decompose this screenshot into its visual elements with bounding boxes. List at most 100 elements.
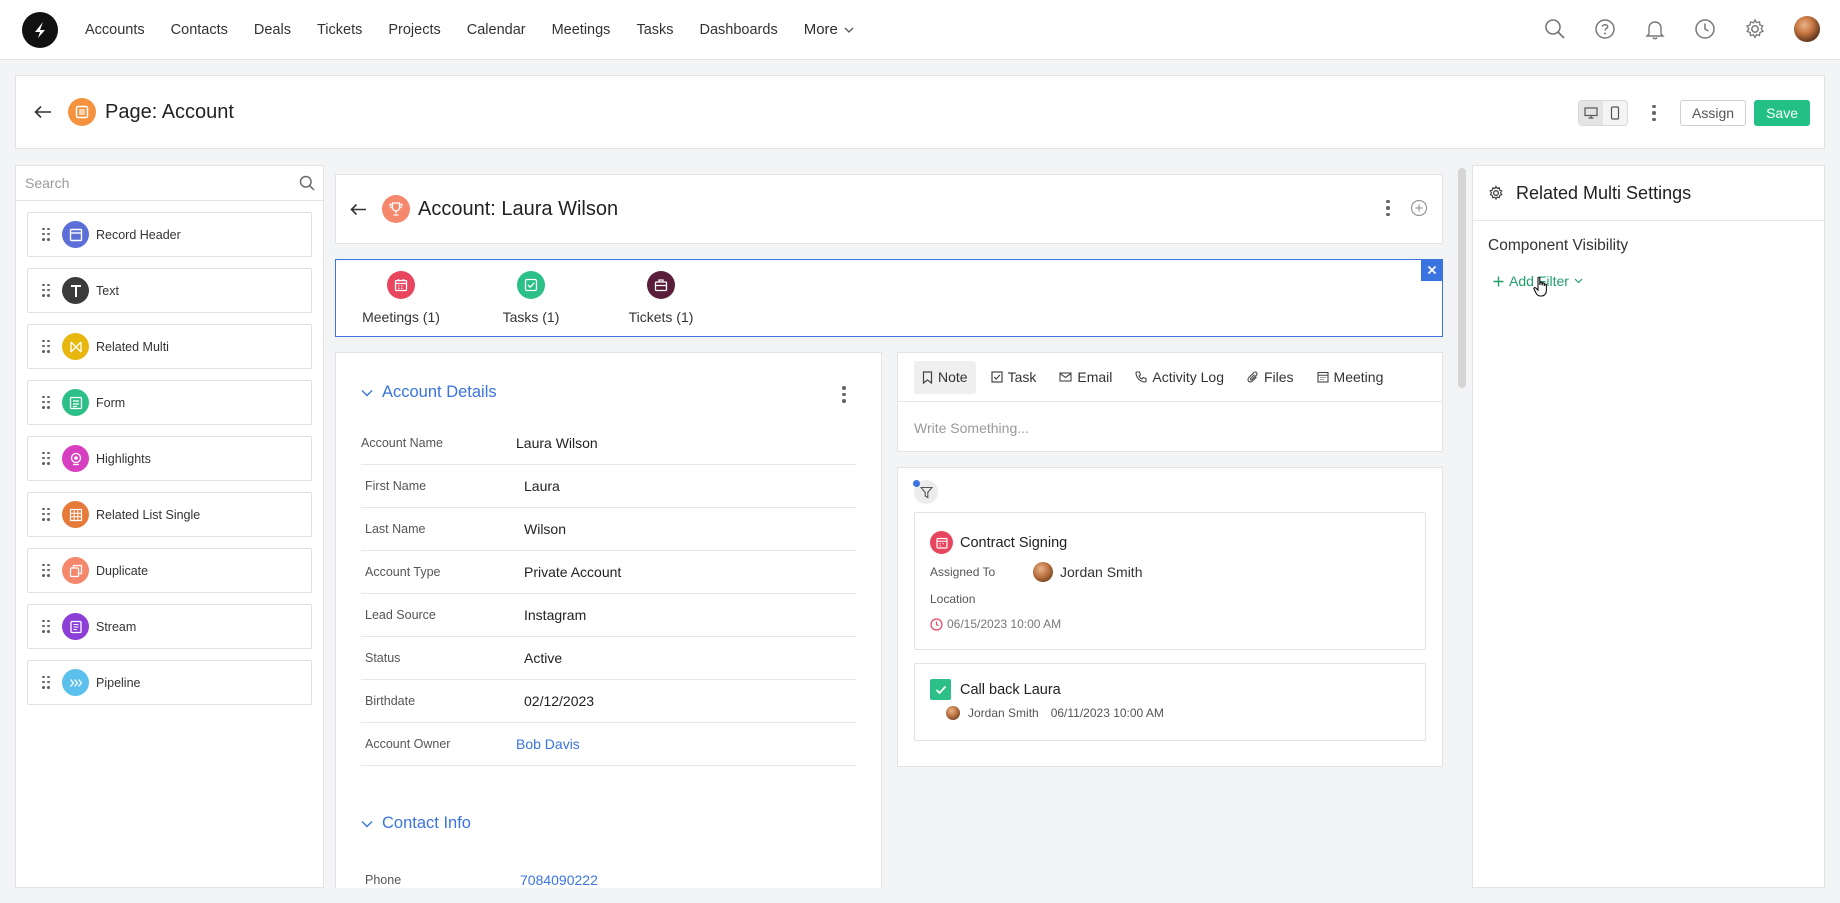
- canvas-scrollbar[interactable]: [1458, 168, 1466, 388]
- nav-item-deals[interactable]: Deals: [254, 22, 291, 38]
- assign-button[interactable]: Assign: [1680, 100, 1747, 126]
- nav-item-calendar[interactable]: Calendar: [467, 22, 526, 38]
- tab-activity-log[interactable]: Activity Log: [1127, 361, 1232, 394]
- tab-label: Note: [938, 369, 968, 385]
- app-logo[interactable]: [22, 11, 58, 48]
- search-icon[interactable]: [1544, 18, 1566, 40]
- record-more-options-icon[interactable]: [1386, 199, 1390, 217]
- task-event-card[interactable]: Call back Laura Jordan Smith 06/11/2023 …: [914, 663, 1426, 741]
- back-arrow-icon[interactable]: [350, 203, 370, 216]
- phone-icon: [1135, 371, 1147, 383]
- nav-item-accounts[interactable]: Accounts: [85, 22, 145, 38]
- assigned-to-label: Assigned To: [930, 565, 996, 579]
- field-label: Birthdate: [365, 694, 416, 708]
- field-row-account-type: Account Type Private Account: [361, 551, 856, 594]
- component-label: Pipeline: [96, 675, 141, 690]
- bell-icon[interactable]: [1644, 18, 1666, 40]
- paperclip-icon: [1247, 370, 1258, 382]
- help-icon[interactable]: [1594, 18, 1616, 40]
- tab-label: Task: [1007, 369, 1037, 385]
- checkbox-checked-icon[interactable]: [930, 679, 951, 700]
- field-value[interactable]: Laura Wilson: [516, 435, 598, 451]
- account-details-header[interactable]: Account Details: [361, 383, 497, 402]
- drag-handle-icon[interactable]: [42, 339, 50, 354]
- page-more-options-icon[interactable]: [1648, 103, 1660, 123]
- components-panel: Record Header Text Related Multi Form: [15, 165, 324, 888]
- add-circle-icon[interactable]: [1410, 199, 1428, 217]
- component-item-duplicate[interactable]: Duplicate: [27, 548, 312, 593]
- drag-handle-icon[interactable]: [42, 227, 50, 242]
- activity-stream: Contract Signing Assigned To Jordan Smit…: [897, 467, 1443, 767]
- component-item-related-list-single[interactable]: Related List Single: [27, 492, 312, 537]
- close-icon[interactable]: [1421, 259, 1443, 281]
- related-tab-meetings[interactable]: Meetings (1): [346, 271, 456, 325]
- field-value[interactable]: Wilson: [524, 521, 566, 537]
- chevron-down-icon: [1574, 278, 1583, 284]
- account-details-card: Account Details Account Name Laura Wilso…: [335, 352, 882, 888]
- drag-handle-icon[interactable]: [42, 675, 50, 690]
- component-item-pipeline[interactable]: Pipeline: [27, 660, 312, 705]
- drag-handle-icon[interactable]: [42, 563, 50, 578]
- back-arrow-icon[interactable]: [33, 102, 53, 122]
- desktop-view-icon[interactable]: [1579, 101, 1604, 125]
- component-item-record-header[interactable]: Record Header: [27, 212, 312, 257]
- task-assignee[interactable]: Jordan Smith: [968, 706, 1039, 720]
- clock-icon[interactable]: [1694, 18, 1716, 40]
- highlights-icon: [62, 445, 89, 472]
- details-more-options-icon[interactable]: [842, 386, 846, 403]
- duplicate-icon: [62, 557, 89, 584]
- component-item-stream[interactable]: Stream: [27, 604, 312, 649]
- field-label: Account Type: [365, 565, 441, 579]
- assignee-name[interactable]: Jordan Smith: [1060, 564, 1142, 580]
- component-item-text[interactable]: Text: [27, 268, 312, 313]
- drag-handle-icon[interactable]: [42, 395, 50, 410]
- tab-email[interactable]: Email: [1051, 361, 1120, 394]
- gear-icon[interactable]: [1744, 18, 1766, 40]
- nav-item-tasks[interactable]: Tasks: [636, 22, 673, 38]
- save-button[interactable]: Save: [1754, 100, 1810, 126]
- tab-files[interactable]: Files: [1239, 361, 1302, 394]
- tab-task[interactable]: Task: [983, 361, 1045, 394]
- task-datetime: 06/11/2023 10:00 AM: [1050, 706, 1164, 720]
- field-value[interactable]: Instagram: [524, 607, 586, 623]
- field-value[interactable]: Private Account: [524, 564, 621, 580]
- related-tab-tasks[interactable]: Tasks (1): [476, 271, 586, 325]
- stream-icon: [62, 613, 89, 640]
- nav-item-contacts[interactable]: Contacts: [171, 22, 228, 38]
- drag-handle-icon[interactable]: [42, 283, 50, 298]
- nav-item-tickets[interactable]: Tickets: [317, 22, 362, 38]
- drag-handle-icon[interactable]: [42, 619, 50, 634]
- component-item-highlights[interactable]: Highlights: [27, 436, 312, 481]
- component-item-related-multi[interactable]: Related Multi: [27, 324, 312, 369]
- phone-link[interactable]: 7084090222: [520, 872, 598, 888]
- nav-more-menu[interactable]: More: [804, 21, 854, 38]
- field-value[interactable]: Laura: [524, 478, 560, 494]
- field-value[interactable]: 02/12/2023: [524, 693, 594, 709]
- drag-handle-icon[interactable]: [42, 451, 50, 466]
- tab-note[interactable]: Note: [914, 360, 976, 394]
- component-item-form[interactable]: Form: [27, 380, 312, 425]
- mobile-view-icon[interactable]: [1603, 101, 1627, 125]
- drag-handle-icon[interactable]: [42, 507, 50, 522]
- field-value[interactable]: Active: [524, 650, 562, 666]
- related-tab-label: Tasks (1): [502, 309, 560, 325]
- component-search: [16, 166, 323, 201]
- bookmark-icon: [922, 370, 933, 384]
- contact-info-header[interactable]: Contact Info: [361, 814, 471, 833]
- nav-item-meetings[interactable]: Meetings: [552, 22, 611, 38]
- tab-label: Activity Log: [1152, 369, 1224, 385]
- meeting-event-card[interactable]: Contract Signing Assigned To Jordan Smit…: [914, 512, 1426, 650]
- related-multi-component[interactable]: Meetings (1) Tasks (1) Tickets (1): [335, 259, 1443, 337]
- note-input[interactable]: Write Something...: [898, 402, 1442, 454]
- component-search-input[interactable]: [25, 175, 299, 191]
- account-owner-link[interactable]: Bob Davis: [516, 736, 580, 752]
- nav-item-projects[interactable]: Projects: [388, 22, 440, 38]
- related-tab-tickets[interactable]: Tickets (1): [606, 271, 716, 325]
- component-visibility-heading: Component Visibility: [1488, 237, 1629, 254]
- tab-meeting[interactable]: Meeting: [1309, 361, 1392, 394]
- user-avatar[interactable]: [1794, 16, 1820, 42]
- nav-item-dashboards[interactable]: Dashboards: [700, 22, 778, 38]
- component-label: Text: [96, 283, 119, 298]
- search-icon[interactable]: [299, 175, 315, 191]
- field-row-account-name: Account Name Laura Wilson: [361, 422, 856, 465]
